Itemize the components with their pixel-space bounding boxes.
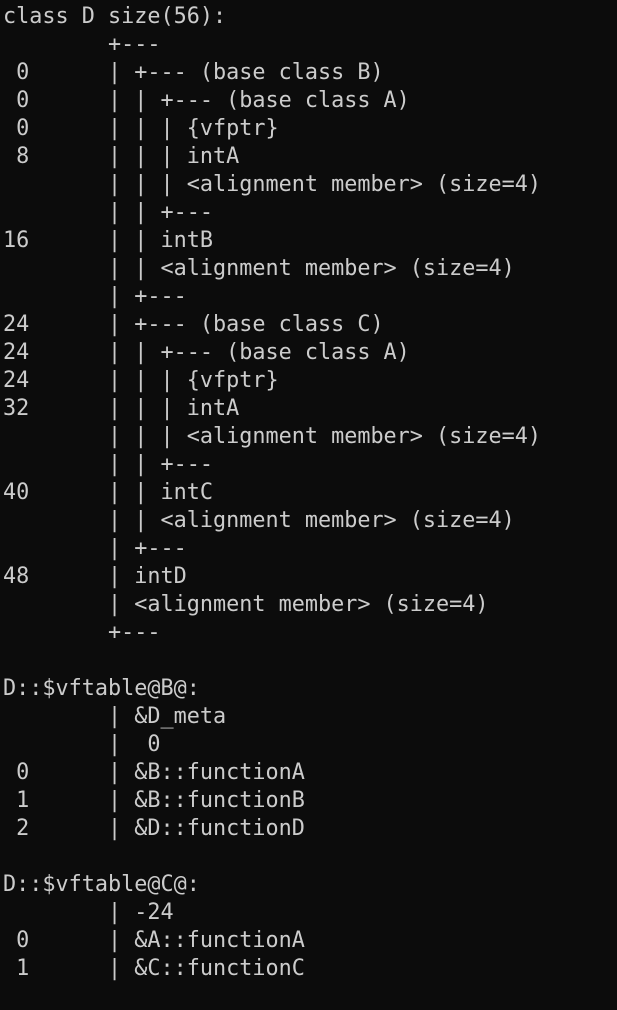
- terminal-line: 48 | intD: [3, 564, 187, 589]
- terminal-line: | | <alignment member> (size=4): [3, 256, 515, 281]
- terminal-line: 16 | | intB: [3, 228, 213, 253]
- terminal-line: class D size(56):: [3, 4, 227, 29]
- terminal-line: D::$vftable@C@:: [3, 872, 200, 897]
- terminal-line: | <alignment member> (size=4): [3, 592, 489, 617]
- terminal-line: +---: [3, 32, 161, 57]
- terminal-line: 0 | | | {vfptr}: [3, 116, 279, 141]
- terminal-output: class D size(56): +--- 0 | +--- (base cl…: [3, 3, 541, 983]
- terminal-line: 0 | | +--- (base class A): [3, 88, 410, 113]
- terminal-line: | | | <alignment member> (size=4): [3, 172, 542, 197]
- terminal-line: | | +---: [3, 200, 213, 225]
- terminal-line: 24 | | +--- (base class A): [3, 340, 410, 365]
- terminal-line: 32 | | | intA: [3, 396, 240, 421]
- terminal-line: D::$vftable@B@:: [3, 676, 200, 701]
- terminal-line: 0 | &B::functionA: [3, 760, 305, 785]
- terminal-line: | &D_meta: [3, 704, 227, 729]
- terminal-line: | | +---: [3, 452, 213, 477]
- terminal-line: +---: [3, 620, 161, 645]
- terminal-line: | | <alignment member> (size=4): [3, 508, 515, 533]
- terminal-line: 1 | &B::functionB: [3, 788, 305, 813]
- terminal-line: 2 | &D::functionD: [3, 816, 305, 841]
- terminal-line: 0 | &A::functionA: [3, 928, 305, 953]
- terminal-line: 0 | +--- (base class B): [3, 60, 384, 85]
- terminal-line: 24 | +--- (base class C): [3, 312, 384, 337]
- terminal-line: | +---: [3, 536, 187, 561]
- terminal-line: | +---: [3, 284, 187, 309]
- terminal-line: 40 | | intC: [3, 480, 213, 505]
- terminal-line: 8 | | | intA: [3, 144, 240, 169]
- terminal-window[interactable]: class D size(56): +--- 0 | +--- (base cl…: [0, 0, 617, 1010]
- terminal-line: 24 | | | {vfptr}: [3, 368, 279, 393]
- terminal-line: | -24: [3, 900, 174, 925]
- terminal-line: | 0: [3, 732, 161, 757]
- terminal-line: | | | <alignment member> (size=4): [3, 424, 542, 449]
- terminal-line: 1 | &C::functionC: [3, 956, 305, 981]
